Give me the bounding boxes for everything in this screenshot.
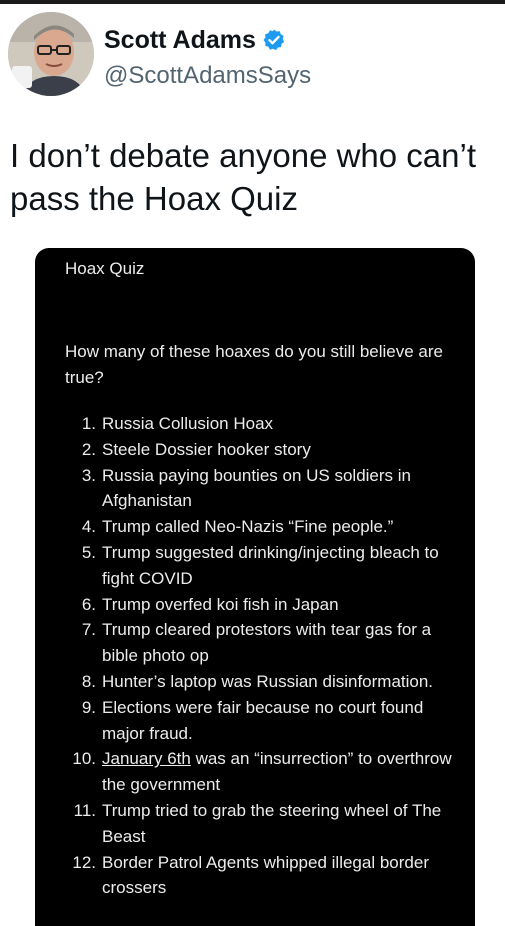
list-item-text: Border Patrol Agents whipped illegal bor… [102, 852, 429, 898]
list-item: 1. Russia Collusion Hoax [65, 411, 469, 437]
tweet-header: Scott Adams @ScottAdamsSays [8, 12, 498, 96]
list-item-number: 3. [81, 465, 96, 485]
list-item-text: Russia Collusion Hoax [102, 414, 274, 433]
avatar-portrait-icon [8, 12, 94, 96]
list-item: 10. January 6th was an “insurrection” to … [65, 746, 469, 798]
status-bar [0, 0, 505, 4]
tweet-screenshot: Scott Adams @ScottAdamsSays I don’t deba… [0, 0, 505, 926]
list-item: 11. Trump tried to grab the steering whee… [65, 798, 469, 850]
list-item-number: 5. [81, 542, 96, 562]
list-item-number: 12. [72, 852, 96, 872]
list-item: 8. Hunter’s laptop was Russian disinforma… [65, 669, 469, 695]
list-item-number: 2. [81, 439, 96, 459]
list-item: 9. Elections were fair because no court f… [65, 695, 469, 747]
list-item-text: Trump called Neo-Nazis “Fine people.” [102, 517, 394, 537]
list-item-text: Trump overfed koi fish in Japan [102, 594, 339, 614]
user-handle[interactable]: @ScottAdamsSays [104, 62, 311, 90]
list-item-text: Hunter’s laptop was Russian disinformati… [102, 671, 434, 691]
list-item-number: 6. [81, 594, 96, 614]
list-item: 2. Steele Dossier hooker story [65, 437, 469, 463]
quiz-image-card[interactable]: Hoax Quiz How many of these hoaxes do yo… [35, 248, 475, 926]
list-item-text: Steele Dossier hooker story [102, 439, 311, 459]
list-item: 6. Trump overfed koi fish in Japan [65, 592, 469, 618]
avatar[interactable] [8, 12, 94, 96]
name-row: Scott Adams [104, 22, 286, 58]
verified-badge-icon [263, 29, 284, 51]
list-item-text: Trump cleared protestors with tear gas f… [102, 620, 432, 666]
list-item-text: Russia paying bounties on US soldiers in… [102, 465, 412, 511]
list-item: 3. Russia paying bounties on US soldiers … [65, 463, 469, 515]
list-item-text: Elections were fair because no court fou… [102, 697, 424, 743]
list-item-number: 4. [81, 517, 96, 537]
list-item-underlined-text: January 6th [102, 749, 191, 769]
list-item-number: 10. [72, 749, 96, 769]
tweet-text: I don’t debate anyone who can’t pass the… [10, 137, 477, 217]
display-name[interactable]: Scott Adams [104, 26, 256, 55]
hoax-list: 1. Russia Collusion Hoax 2. Steele Dossier… [65, 411, 469, 901]
list-item-text: Trump tried to grab the steering wheel o… [102, 800, 442, 846]
list-item-text: Trump suggested drinking/injecting bleac… [102, 542, 439, 588]
quiz-question: How many of these hoaxes do you still be… [65, 342, 443, 387]
list-item: 5. Trump suggested drinking/injecting ble… [65, 540, 469, 592]
list-item-number: 1. [81, 414, 96, 433]
list-item: 7. Trump cleared protestors with tear gas… [65, 617, 469, 669]
list-item-number: 8. [81, 671, 96, 691]
list-item: 12. Border Patrol Agents whipped illegal … [65, 850, 469, 902]
list-item-number: 7. [81, 620, 96, 640]
list-item-number: 9. [81, 697, 96, 717]
quiz-title: Hoax Quiz [65, 259, 145, 278]
list-item-number: 11. [73, 800, 96, 820]
list-item: 4. Trump called Neo-Nazis “Fine people.” [65, 514, 469, 540]
